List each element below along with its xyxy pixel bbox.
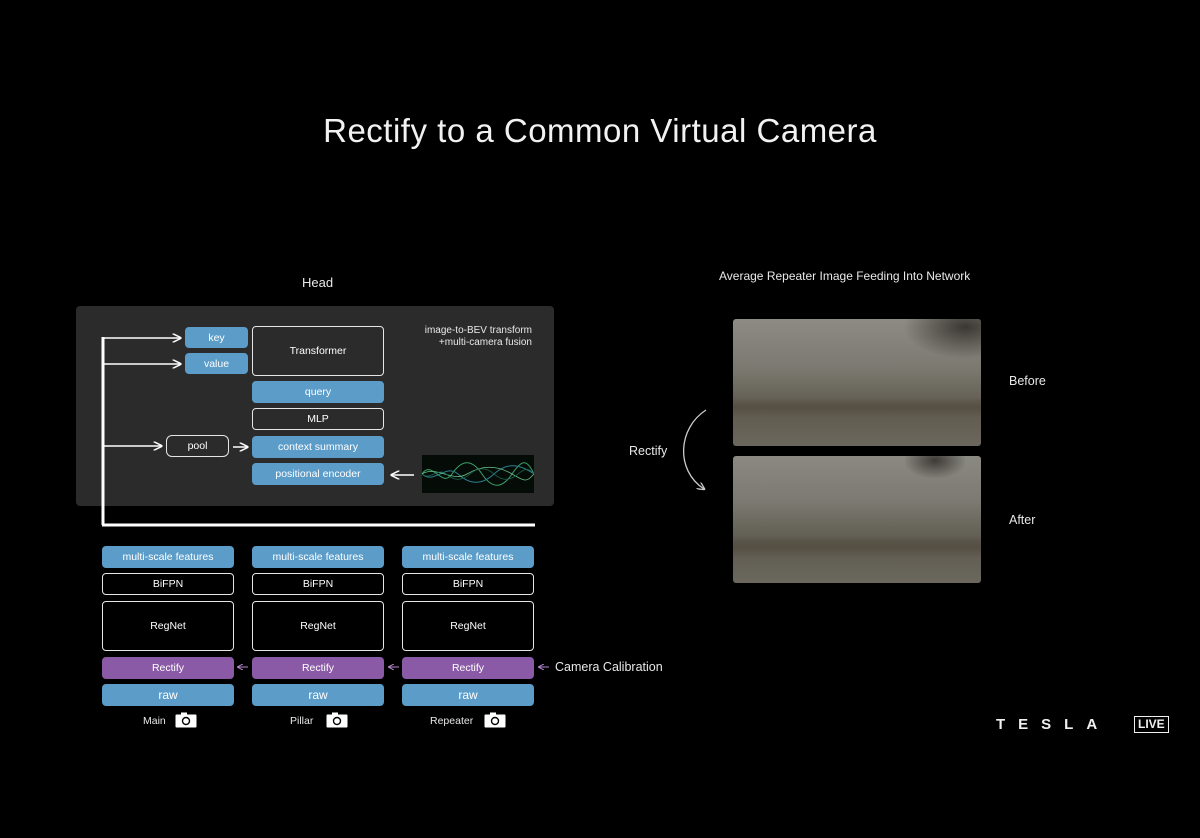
repeater-bifpn: BiFPN — [402, 573, 534, 595]
after-label: After — [1009, 513, 1036, 527]
right-title: Average Repeater Image Feeding Into Netw… — [719, 269, 971, 283]
repeater-regnet: RegNet — [402, 601, 534, 651]
camera-calibration-label: Camera Calibration — [555, 660, 663, 674]
repeater-camera-label: Repeater — [430, 715, 474, 727]
pillar-multi-scale-features: multi-scale features — [252, 546, 384, 568]
main-multi-scale-features: multi-scale features — [102, 546, 234, 568]
pillar-camera-label: Pillar — [290, 715, 314, 727]
repeater-raw: raw — [402, 684, 534, 706]
live-badge: LIVE — [1134, 716, 1169, 733]
main-raw: raw — [102, 684, 234, 706]
main-camera-icon — [175, 712, 197, 728]
repeater-camera-icon — [484, 712, 506, 728]
main-regnet: RegNet — [102, 601, 234, 651]
tesla-logo: TESLA — [996, 716, 1111, 733]
pillar-camera-icon — [326, 712, 348, 728]
pillar-bifpn: BiFPN — [252, 573, 384, 595]
repeater-rectify: Rectify — [402, 657, 534, 679]
repeater-multi-scale-features: multi-scale features — [402, 546, 534, 568]
pillar-rectify: Rectify — [252, 657, 384, 679]
main-rectify: Rectify — [102, 657, 234, 679]
main-bifpn: BiFPN — [102, 573, 234, 595]
pillar-regnet: RegNet — [252, 601, 384, 651]
main-camera-label: Main — [143, 715, 166, 727]
rectify-arrow-label: Rectify — [629, 444, 668, 458]
before-image — [733, 319, 981, 446]
pillar-raw: raw — [252, 684, 384, 706]
before-label: Before — [1009, 374, 1046, 388]
after-image — [733, 456, 981, 583]
